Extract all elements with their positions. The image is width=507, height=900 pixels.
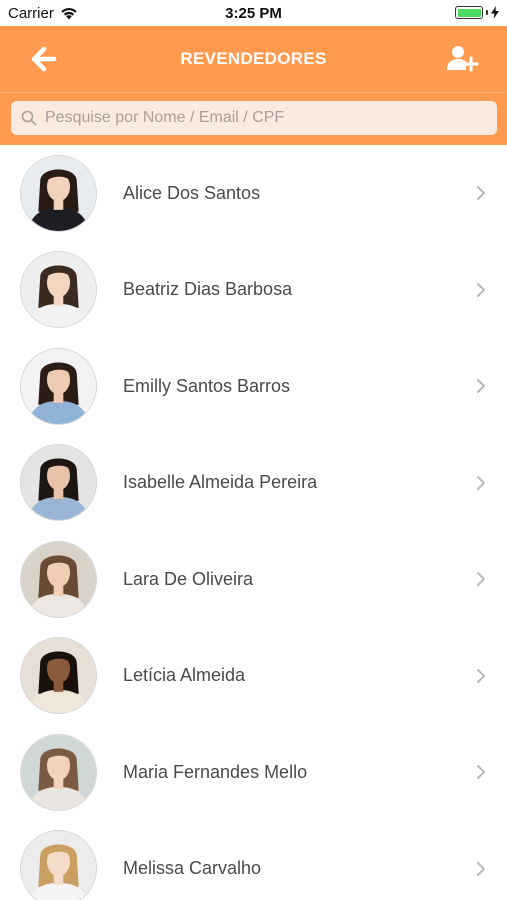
person-photo-icon (21, 445, 96, 521)
person-photo-icon (21, 155, 96, 231)
chevron-right-icon (477, 475, 485, 490)
battery-icon (455, 6, 483, 19)
arrow-left-icon (31, 46, 57, 72)
avatar (20, 830, 97, 900)
reseller-name: Melissa Carvalho (123, 858, 262, 879)
charging-bolt-icon (491, 6, 499, 19)
avatar (20, 733, 97, 811)
avatar (20, 444, 97, 522)
reseller-name: Maria Fernandes Mello (123, 761, 308, 782)
chevron-right-icon (477, 668, 485, 683)
reseller-name: Letícia Almeida (123, 665, 246, 686)
reseller-row[interactable]: Letícia Almeida (0, 627, 507, 724)
battery-indicator (455, 6, 499, 19)
add-reseller-button[interactable] (445, 44, 479, 74)
person-photo-icon (21, 541, 96, 617)
status-bar: Carrier 3:25 PM (0, 0, 507, 26)
avatar (20, 540, 97, 618)
reseller-list: Alice Dos Santos Beatriz Dias Barbosa Em… (0, 145, 507, 900)
chevron-right-icon (477, 765, 485, 780)
avatar (20, 637, 97, 715)
person-photo-icon (21, 252, 96, 328)
reseller-row[interactable]: Beatriz Dias Barbosa (0, 241, 507, 338)
avatar (20, 347, 97, 425)
search-box[interactable] (11, 101, 497, 135)
reseller-row[interactable]: Melissa Carvalho (0, 820, 507, 900)
person-photo-icon (21, 734, 96, 810)
avatar (20, 251, 97, 329)
status-time: 3:25 PM (225, 5, 282, 22)
reseller-name: Lara De Oliveira (123, 568, 254, 589)
chevron-right-icon (477, 379, 485, 394)
reseller-row[interactable]: Maria Fernandes Mello (0, 724, 507, 821)
reseller-name: Alice Dos Santos (123, 182, 261, 203)
search-input[interactable] (45, 103, 475, 133)
chevron-right-icon (477, 572, 485, 587)
person-photo-icon (21, 348, 96, 424)
search-area (0, 93, 507, 145)
reseller-name: Beatriz Dias Barbosa (123, 279, 293, 300)
reseller-row[interactable]: Isabelle Almeida Pereira (0, 434, 507, 531)
reseller-row[interactable]: Emilly Santos Barros (0, 338, 507, 435)
person-photo-icon (21, 831, 96, 900)
chevron-right-icon (477, 186, 485, 201)
reseller-row[interactable]: Alice Dos Santos (0, 145, 507, 242)
page-title: REVENDEDORES (180, 49, 327, 68)
search-icon (21, 110, 37, 126)
navigation-bar: REVENDEDORES (0, 26, 507, 92)
reseller-name: Isabelle Almeida Pereira (123, 472, 318, 493)
add-user-icon (447, 46, 479, 72)
person-photo-icon (21, 638, 96, 714)
back-button[interactable] (30, 45, 60, 73)
reseller-row[interactable]: Lara De Oliveira (0, 531, 507, 628)
reseller-name: Emilly Santos Barros (123, 375, 291, 396)
avatar (20, 154, 97, 232)
chevron-right-icon (477, 861, 485, 876)
chevron-right-icon (477, 282, 485, 297)
